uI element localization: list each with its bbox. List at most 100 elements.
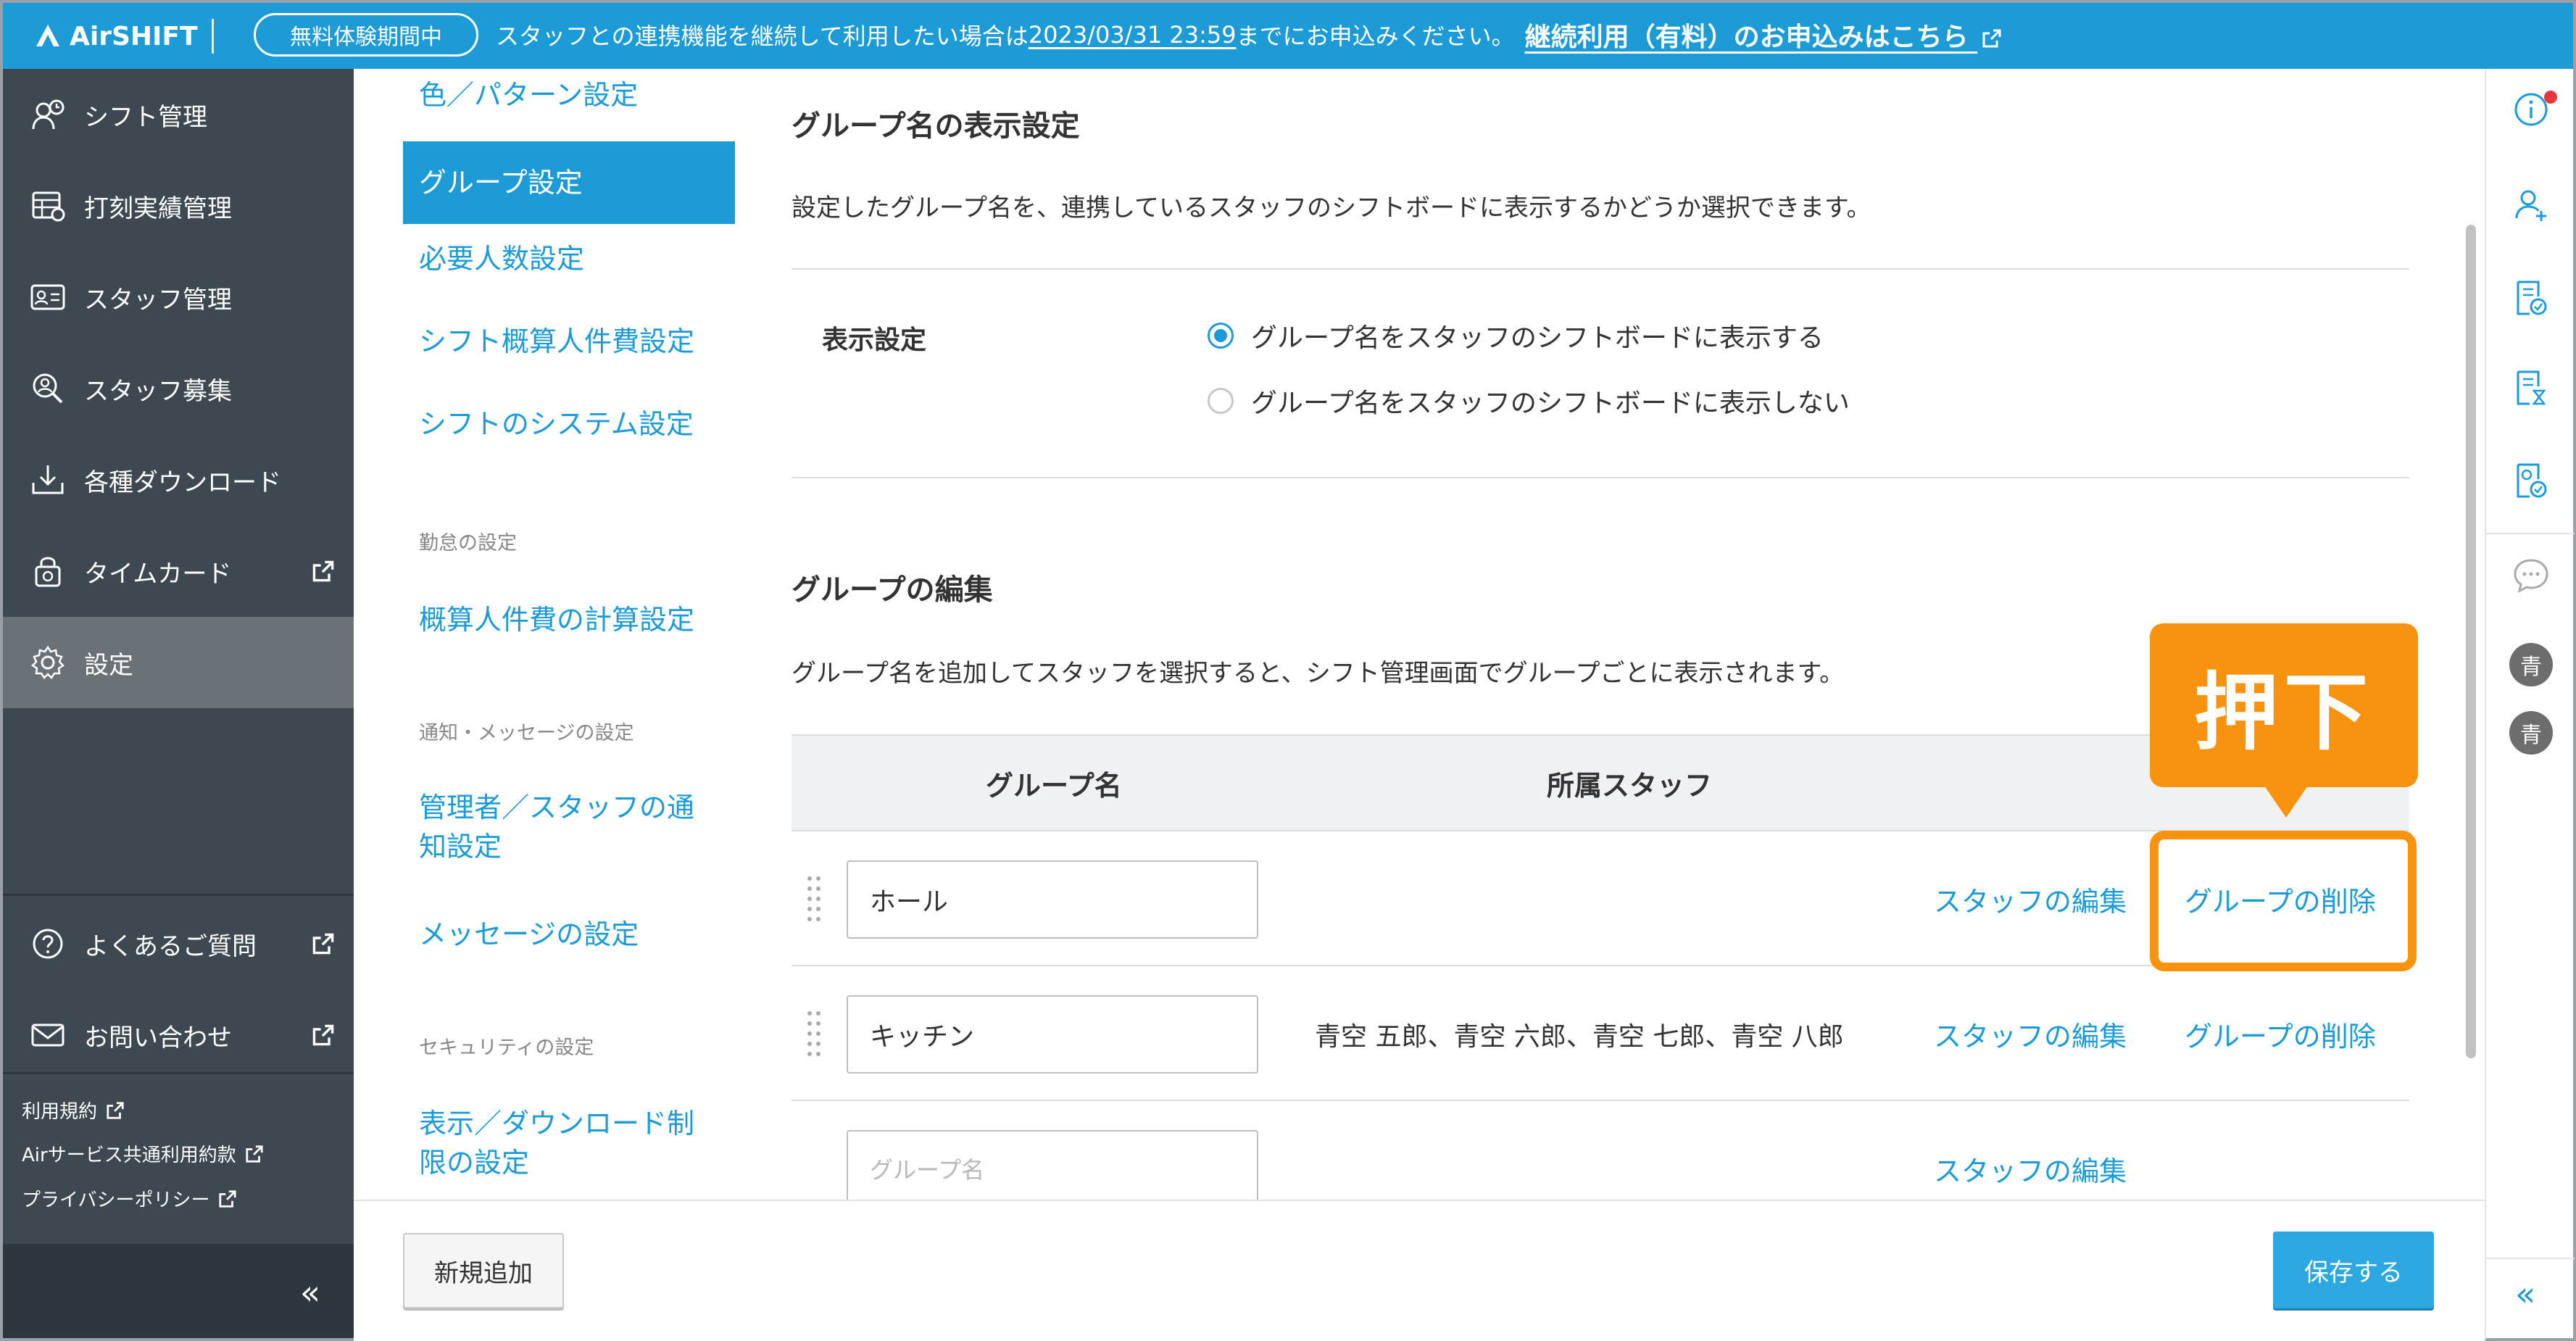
subnav-item-required-staff[interactable]: 必要人数設定 bbox=[419, 238, 584, 279]
subnav-item-display-download[interactable]: 表示／ダウンロード制 限の設定 bbox=[419, 1104, 694, 1182]
subnav-item-group[interactable]: グループ設定 bbox=[403, 141, 735, 224]
airshift-logo[interactable]: AirSHIFT bbox=[32, 16, 198, 57]
collapse-sidebar-button[interactable]: « bbox=[300, 1273, 320, 1312]
sidebar-divider bbox=[3, 894, 354, 896]
subnav-item-shift-system[interactable]: シフトのシステム設定 bbox=[419, 404, 694, 444]
privacy-policy-link[interactable]: プライバシーポリシー bbox=[22, 1185, 237, 1212]
group-name-input[interactable] bbox=[847, 860, 1258, 939]
terms-link-label: 利用規約 bbox=[22, 1101, 98, 1123]
sidebar-item-label: よくあるご質問 bbox=[84, 931, 257, 961]
sidebar-item-attendance[interactable]: 打刻実績管理 bbox=[3, 160, 354, 252]
save-button[interactable]: 保存する bbox=[2273, 1232, 2434, 1308]
document-shield-icon[interactable] bbox=[2511, 460, 2551, 501]
subnav-item-message[interactable]: メッセージの設定 bbox=[419, 914, 639, 955]
document-hourglass-icon[interactable] bbox=[2511, 368, 2551, 408]
section-divider bbox=[792, 268, 2409, 270]
subnav-section-security: セキュリティの設定 bbox=[419, 1037, 594, 1059]
action-footer: 新規追加 保存する bbox=[354, 1200, 2485, 1338]
sidebar-item-settings[interactable]: 設定 bbox=[3, 617, 354, 708]
display-settings-description: 設定したグループ名を、連携しているスタッフのシフトボードに表示するかどうか選択で… bbox=[792, 194, 1871, 223]
group-members: 青空 五郎、青空 六郎、青空 七郎、青空 八郎 bbox=[1315, 1022, 1844, 1052]
radio-button-selected[interactable] bbox=[1208, 323, 1234, 349]
gear-icon bbox=[28, 642, 68, 683]
external-link-icon bbox=[312, 933, 334, 955]
logo-divider bbox=[212, 19, 214, 54]
sidebar-item-label: シフト管理 bbox=[84, 102, 207, 132]
rail-divider bbox=[2486, 533, 2575, 534]
sidebar-item-label: お問い合わせ bbox=[84, 1023, 232, 1053]
sidebar-divider bbox=[3, 1072, 354, 1074]
external-link-icon bbox=[1982, 29, 2001, 48]
sidebar-item-label: 打刻実績管理 bbox=[84, 194, 232, 223]
subnav-item-display-download-line1: 表示／ダウンロード制 bbox=[419, 1108, 695, 1139]
chat-icon[interactable] bbox=[2511, 555, 2551, 595]
external-link-icon bbox=[312, 1024, 334, 1046]
terms-link[interactable]: 利用規約 bbox=[22, 1097, 125, 1124]
external-link-icon bbox=[312, 560, 334, 582]
column-header-group-name: グループ名 bbox=[986, 770, 1122, 802]
sidebar-item-label: 設定 bbox=[84, 650, 133, 680]
avatar[interactable]: 青 bbox=[2509, 711, 2553, 755]
radio-button[interactable] bbox=[1208, 388, 1234, 414]
add-group-button[interactable]: 新規追加 bbox=[403, 1233, 564, 1308]
new-group-name-input[interactable] bbox=[847, 1130, 1258, 1200]
sidebar-item-download[interactable]: 各種ダウンロード bbox=[3, 434, 354, 526]
edit-staff-link[interactable]: スタッフの編集 bbox=[1934, 1149, 2127, 1189]
sidebar-item-label: スタッフ募集 bbox=[84, 376, 232, 406]
notice-suffix: までにお申込みください。 bbox=[1236, 22, 1515, 50]
delete-highlight-frame bbox=[2150, 831, 2417, 971]
sidebar-item-contact[interactable]: お問い合わせ bbox=[3, 989, 354, 1081]
edit-staff-link[interactable]: スタッフの編集 bbox=[1934, 1014, 2127, 1054]
sidebar-item-faq[interactable]: よくあるご質問 bbox=[3, 898, 354, 989]
subnav-item-notification[interactable]: 管理者／スタッフの通 知設定 bbox=[419, 788, 694, 866]
service-terms-link[interactable]: Airサービス共通利用約款 bbox=[22, 1140, 264, 1167]
right-rail: 青 青 « bbox=[2485, 69, 2576, 1341]
timecard-lock-icon bbox=[28, 551, 68, 591]
drag-handle-icon[interactable] bbox=[807, 876, 822, 923]
drag-handle-icon[interactable] bbox=[807, 1011, 822, 1058]
collapse-rail-button[interactable]: « bbox=[2515, 1274, 2535, 1313]
rail-divider bbox=[2486, 1258, 2575, 1259]
radio-show-group-name[interactable]: グループ名をスタッフのシフトボードに表示する bbox=[1208, 317, 1824, 354]
notice-prefix: スタッフとの連携機能を継続して利用したい場合は bbox=[496, 22, 1029, 50]
timesheet-icon bbox=[28, 186, 68, 226]
subnav-item-shift-cost[interactable]: シフト概算人件費設定 bbox=[419, 321, 694, 362]
sidebar-item-shift[interactable]: シフト管理 bbox=[3, 69, 354, 160]
trial-notice: スタッフとの連携機能を継続して利用したい場合は 2023/03/31 23:59… bbox=[496, 12, 2002, 58]
table-row: 青空 五郎、青空 六郎、青空 七郎、青空 八郎 スタッフの編集 グループの削除 bbox=[792, 966, 2409, 1101]
privacy-policy-link-label: プライバシーポリシー bbox=[22, 1190, 210, 1211]
radio-hide-group-name[interactable]: グループ名をスタッフのシフトボードに表示しない bbox=[1208, 382, 1850, 420]
top-banner: AirSHIFT 無料体験期間中 スタッフとの連携機能を継続して利用したい場合は… bbox=[0, 0, 2576, 69]
document-check-icon[interactable] bbox=[2511, 278, 2551, 318]
logo-text: AirSHIFT bbox=[70, 21, 198, 51]
edit-staff-link[interactable]: スタッフの編集 bbox=[1934, 879, 2127, 919]
sidebar-item-staff[interactable]: スタッフ管理 bbox=[3, 252, 354, 343]
subscribe-link[interactable]: 継続利用（有料）のお申込みはこちら bbox=[1525, 16, 2003, 54]
column-header-members: 所属スタッフ bbox=[1547, 770, 1713, 802]
sidebar-item-recruit[interactable]: スタッフ募集 bbox=[3, 343, 354, 434]
delete-group-link[interactable]: グループの削除 bbox=[2185, 1014, 2376, 1054]
settings-subnav: 色／パターン設定 グループ設定 必要人数設定 シフト概算人件費設定 シフトのシス… bbox=[354, 69, 745, 1200]
content-scrollbar[interactable] bbox=[2466, 225, 2476, 1058]
external-link-icon bbox=[219, 1190, 237, 1208]
staff-card-icon bbox=[28, 277, 68, 317]
subnav-item-color-pattern[interactable]: 色／パターン設定 bbox=[419, 75, 638, 115]
avatar[interactable]: 青 bbox=[2509, 643, 2553, 686]
display-setting-label: 表示設定 bbox=[822, 325, 927, 355]
add-user-icon[interactable] bbox=[2511, 185, 2551, 225]
group-name-input[interactable] bbox=[847, 995, 1258, 1074]
external-link-icon bbox=[246, 1145, 263, 1163]
question-icon bbox=[28, 923, 68, 964]
subnav-section-notify: 通知・メッセージの設定 bbox=[419, 722, 634, 744]
table-row-new: スタッフの編集 bbox=[792, 1101, 2409, 1200]
service-terms-link-label: Airサービス共通利用約款 bbox=[22, 1145, 236, 1166]
display-settings-title: グループ名の表示設定 bbox=[792, 109, 1080, 143]
sidebar-item-timecard[interactable]: タイムカード bbox=[3, 526, 354, 617]
section-divider bbox=[792, 477, 2409, 478]
mail-icon bbox=[28, 1015, 68, 1055]
sidebar-item-label: スタッフ管理 bbox=[84, 285, 232, 315]
subnav-item-cost-calc[interactable]: 概算人件費の計算設定 bbox=[419, 599, 694, 640]
subnav-section-attendance: 勤怠の設定 bbox=[419, 532, 517, 555]
notice-date: 2023/03/31 23:59 bbox=[1028, 21, 1237, 49]
sidebar-footer: « bbox=[3, 1244, 354, 1338]
